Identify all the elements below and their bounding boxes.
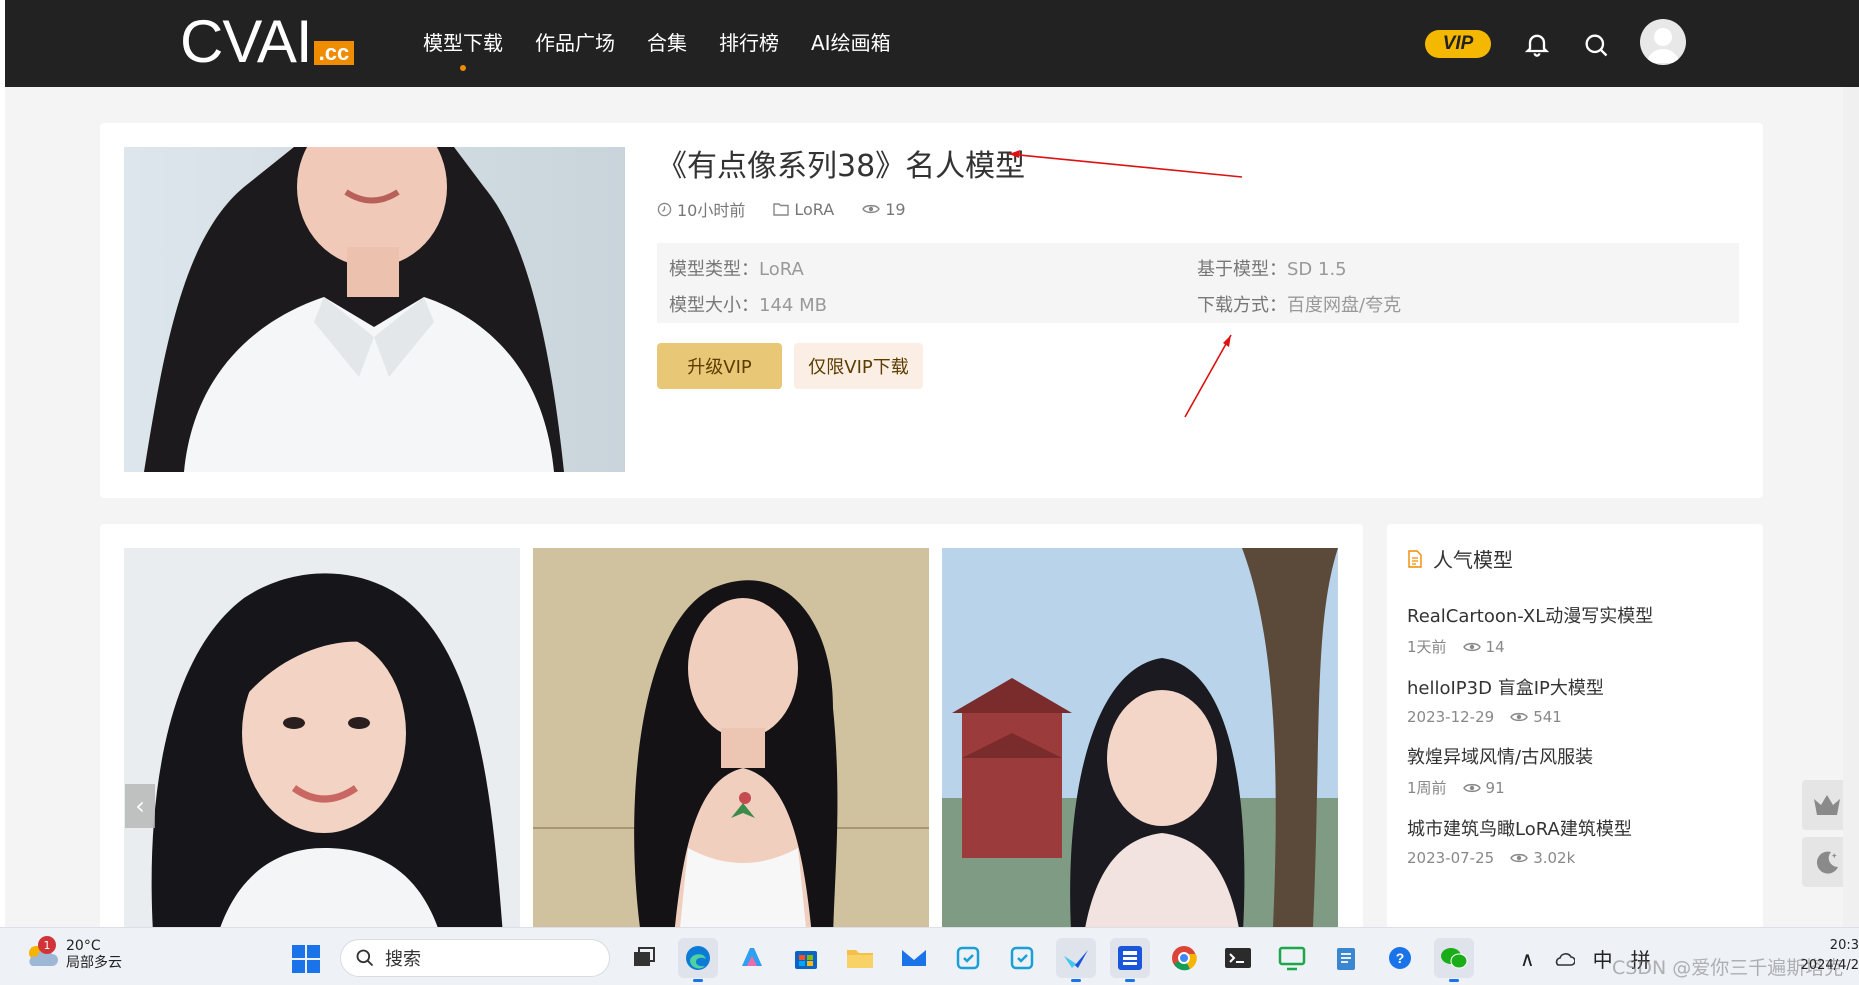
- nav-item-ai-toolbox[interactable]: AI绘画箱: [811, 28, 891, 58]
- spec-type: 模型类型：LoRA: [669, 259, 804, 280]
- chrome-icon[interactable]: [1164, 938, 1204, 978]
- page-content: 《有点像系列38》名人模型 10小时前 LoRA 19 模型类型：LoRA 基于…: [5, 87, 1859, 927]
- file-explorer-icon[interactable]: [840, 938, 880, 978]
- spec-size: 模型大小：144 MB: [669, 295, 827, 316]
- clock-time: 20:3: [1829, 938, 1859, 953]
- gallery-prev-button[interactable]: ‹: [125, 784, 155, 828]
- list-item[interactable]: helloIP3D 盲盒IP大模型 2023-12-29 541: [1407, 676, 1747, 726]
- bell-icon[interactable]: [1523, 30, 1551, 58]
- model-time-text: 10小时前: [677, 201, 746, 220]
- eye-icon: [1462, 783, 1481, 792]
- model-info: 《有点像系列38》名人模型 10小时前 LoRA 19 模型类型：LoRA 基于…: [657, 147, 1739, 389]
- onedrive-icon[interactable]: [1553, 951, 1575, 967]
- model-detail-card: 《有点像系列38》名人模型 10小时前 LoRA 19 模型类型：LoRA 基于…: [100, 123, 1763, 498]
- folder-icon: [773, 203, 790, 216]
- nav-item-rankings[interactable]: 排行榜: [719, 28, 779, 58]
- nav-item-collections[interactable]: 合集: [647, 28, 687, 58]
- model-views-text: 19: [885, 199, 906, 219]
- weather-widget[interactable]: 1 20°C 局部多云: [24, 936, 122, 972]
- page-scrollbar[interactable]: [1843, 87, 1859, 927]
- popular-models-panel: 人气模型 RealCartoon-XL动漫写实模型 1天前 14 helloIP3…: [1387, 524, 1763, 927]
- model-category[interactable]: LoRA: [773, 197, 834, 221]
- main-nav: 模型下载 作品广场 合集 排行榜 AI绘画箱: [423, 28, 891, 71]
- eye-icon: [862, 204, 881, 214]
- gallery-image-1[interactable]: [124, 548, 520, 927]
- svg-text:?: ?: [1396, 950, 1405, 966]
- taskbar-apps: ?: [624, 938, 1474, 982]
- windows-taskbar: 1 20°C 局部多云 搜索 ? ∧ 中 拼 CSDN @爱你三千遍斯塔克 20…: [0, 927, 1859, 985]
- tray-overflow-icon[interactable]: ∧: [1520, 947, 1535, 971]
- taskbar-search-placeholder: 搜索: [385, 949, 421, 970]
- model-views: 19: [862, 197, 906, 221]
- preview-gallery: ‹: [100, 524, 1363, 927]
- popular-models-list: RealCartoon-XL动漫写实模型 1天前 14 helloIP3D 盲盒I…: [1407, 604, 1747, 886]
- eye-icon: [1510, 853, 1528, 863]
- crown-icon: [1814, 795, 1840, 815]
- site-logo[interactable]: CVAI .cc: [180, 8, 355, 75]
- nav-item-model-download[interactable]: 模型下载: [423, 28, 503, 71]
- model-meta: 10小时前 LoRA 19: [657, 197, 1739, 221]
- terminal-icon[interactable]: [1218, 938, 1258, 978]
- list-item[interactable]: RealCartoon-XL动漫写实模型 1天前 14: [1407, 604, 1747, 657]
- logo-text: CVAI: [180, 8, 313, 75]
- weather-icon: 1: [24, 936, 58, 970]
- help-icon[interactable]: ?: [1380, 938, 1420, 978]
- windows-start-button[interactable]: [292, 945, 320, 973]
- vip-button[interactable]: VIP: [1425, 30, 1491, 58]
- app-icon-blue[interactable]: [1110, 938, 1150, 982]
- list-item[interactable]: 敦煌异域风情/古风服装 1周前 91: [1407, 745, 1747, 798]
- popular-models-header: 人气模型: [1407, 544, 1513, 573]
- logo-badge: .cc: [313, 41, 355, 65]
- spec-download-method: 下载方式：百度网盘/夸克: [1197, 295, 1402, 316]
- upgrade-vip-button[interactable]: 升级VIP: [657, 343, 782, 389]
- ime-language[interactable]: 中: [1593, 944, 1613, 973]
- store-icon[interactable]: [786, 938, 826, 978]
- search-icon[interactable]: [1582, 31, 1610, 59]
- taskbar-clock[interactable]: 20:3 2024/4/2: [1800, 936, 1859, 976]
- list-item[interactable]: 城市建筑鸟瞰LoRA建筑模型 2023-07-25 3.02k: [1407, 817, 1747, 867]
- feishu-icon[interactable]: [1056, 938, 1096, 982]
- model-title: 《有点像系列38》名人模型: [657, 149, 1026, 184]
- top-navbar: CVAI .cc 模型下载 作品广场 合集 排行榜 AI绘画箱 VIP: [5, 0, 1859, 87]
- snipping-tool-icon[interactable]: [1002, 938, 1042, 978]
- gallery-image-3[interactable]: [942, 548, 1338, 927]
- task-view-icon[interactable]: [624, 938, 664, 978]
- edge-icon[interactable]: [678, 938, 718, 982]
- model-category-text: LoRA: [794, 199, 835, 219]
- eye-icon: [1510, 712, 1528, 722]
- moon-icon: [1816, 851, 1838, 874]
- eye-icon: [1462, 642, 1481, 651]
- weather-condition: 局部多云: [66, 955, 122, 971]
- wechat-icon[interactable]: [1434, 938, 1474, 982]
- taskbar-search-input[interactable]: 搜索: [340, 939, 610, 977]
- gallery-image-2[interactable]: [533, 548, 929, 927]
- vip-download-button[interactable]: 仅限VIP下载: [794, 343, 923, 389]
- action-buttons: 升级VIP 仅限VIP下载: [657, 343, 1739, 389]
- model-time: 10小时前: [657, 197, 745, 221]
- model-specs: 模型类型：LoRA 基于模型：SD 1.5 模型大小：144 MB 下载方式：百…: [657, 243, 1739, 323]
- model-cover-image[interactable]: [124, 147, 625, 472]
- notepad-icon[interactable]: [1326, 938, 1366, 978]
- document-icon: [1408, 549, 1422, 568]
- weather-temperature: 20°C: [66, 938, 101, 954]
- spec-base-model: 基于模型：SD 1.5: [1197, 259, 1347, 280]
- screenshot-tool-icon[interactable]: [948, 938, 988, 978]
- clock-icon: [657, 202, 672, 216]
- clock-date: 2024/4/2: [1800, 958, 1859, 973]
- nav-item-works[interactable]: 作品广场: [535, 28, 615, 58]
- mail-icon[interactable]: [894, 938, 934, 978]
- copilot-icon[interactable]: [732, 938, 772, 978]
- search-icon: [356, 949, 374, 967]
- popular-models-title: 人气模型: [1433, 548, 1513, 572]
- avatar[interactable]: [1640, 19, 1686, 65]
- notification-badge: 1: [38, 936, 56, 954]
- remote-desktop-icon[interactable]: [1272, 938, 1312, 978]
